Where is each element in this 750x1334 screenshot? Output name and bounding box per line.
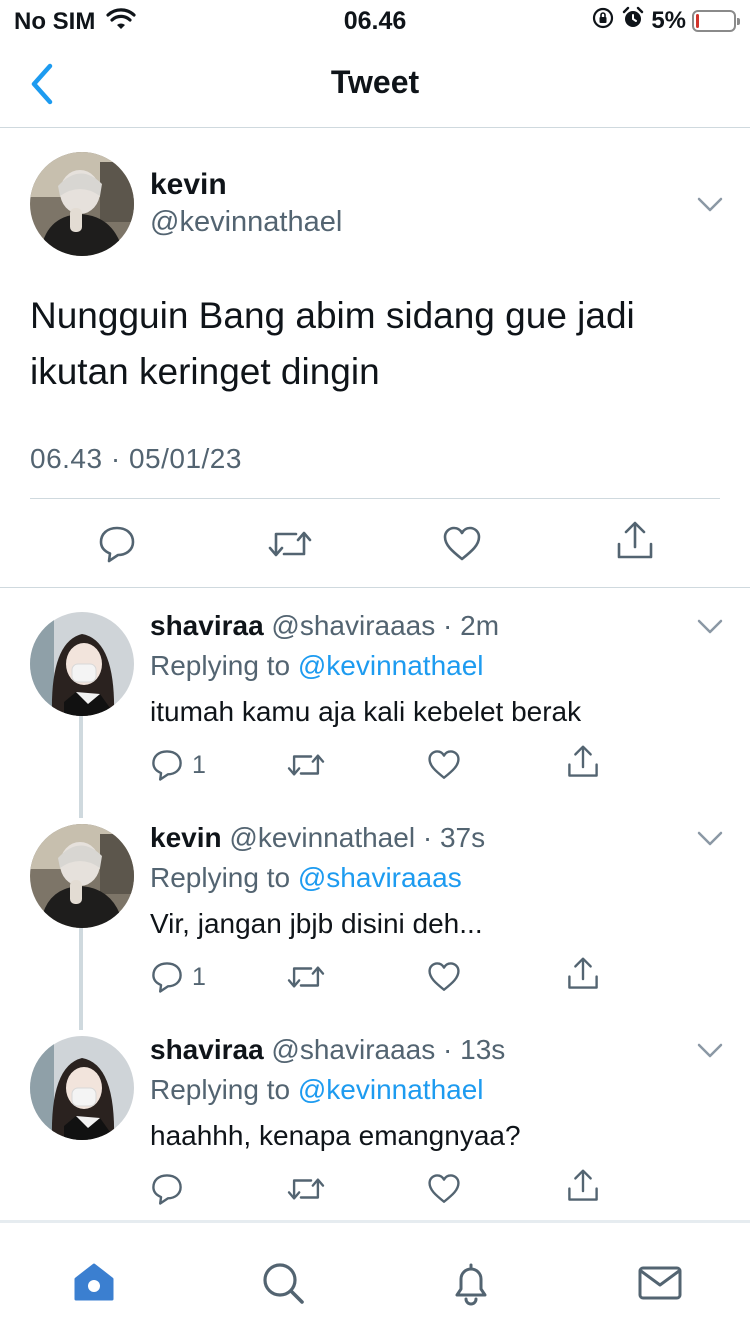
chevron-down-icon[interactable]	[696, 830, 724, 848]
author-handle[interactable]: @kevinnathael	[150, 206, 342, 239]
reply-button[interactable]: 1	[150, 960, 206, 994]
like-button[interactable]	[427, 1172, 461, 1206]
speech-bubble-icon	[99, 526, 135, 563]
speech-bubble-icon	[152, 750, 182, 781]
mention-link[interactable]: @shaviraaas	[298, 862, 462, 893]
reply-tweet[interactable]: shaviraa @shaviraaas · 13s Replying to @…	[0, 1012, 750, 1224]
reply-text: itumah kamu aja kali kebelet berak	[150, 696, 582, 727]
reply-button[interactable]	[150, 1172, 192, 1206]
reply-time: 2m	[460, 610, 500, 641]
battery-level	[696, 14, 699, 28]
separator-dot: ·	[415, 822, 440, 853]
replying-to: Replying to @kevinnathael	[150, 1074, 484, 1106]
envelope-icon	[638, 1266, 682, 1300]
reply-tweet[interactable]: shaviraa @shaviraaas · 2m Replying to @k…	[0, 588, 750, 800]
retweet-icon	[268, 531, 312, 557]
reply-count: 1	[192, 750, 206, 779]
tab-bar	[0, 1220, 750, 1334]
tweet-actions	[0, 498, 750, 588]
battery-percent: 5%	[651, 7, 686, 34]
like-button[interactable]	[427, 960, 461, 994]
heart-icon	[428, 962, 460, 991]
status-indicators: 5%	[591, 6, 740, 37]
author-handle[interactable]: @shaviraaas	[271, 1034, 435, 1065]
reply-header: shaviraa @shaviraaas · 2m	[150, 610, 499, 642]
tweet-timestamp: 06.43 · 05/01/23	[30, 443, 242, 474]
share-button[interactable]	[566, 1168, 600, 1204]
share-icon	[568, 1169, 598, 1201]
heart-icon	[443, 526, 481, 561]
retweet-button[interactable]	[287, 1172, 325, 1206]
alarm-icon	[621, 6, 645, 37]
status-bar: No SIM 06.46 5%	[0, 0, 750, 40]
home-icon	[74, 1263, 114, 1301]
reply-text: Vir, jangan jbjb disini deh...	[150, 908, 483, 939]
like-button[interactable]	[427, 748, 461, 782]
avatar[interactable]	[30, 152, 134, 256]
author-name[interactable]: shaviraa	[150, 1034, 264, 1065]
retweet-button[interactable]	[287, 748, 325, 782]
author-name[interactable]: kevin	[150, 168, 227, 202]
separator-dot: ·	[435, 1034, 461, 1065]
reply-header: shaviraa @shaviraaas · 13s	[150, 1034, 505, 1066]
replying-to-label: Replying to	[150, 862, 291, 893]
chevron-down-icon[interactable]	[696, 618, 724, 636]
reply-header: kevin @kevinnathael · 37s	[150, 822, 485, 854]
share-button[interactable]	[615, 520, 655, 562]
share-icon	[568, 745, 598, 777]
tab-messages[interactable]	[636, 1259, 684, 1307]
navigation-bar: Tweet	[0, 40, 750, 128]
author-name[interactable]: kevin	[150, 822, 222, 853]
page-title: Tweet	[330, 64, 420, 100]
reply-tweet[interactable]: kevin @kevinnathael · 37s Replying to @s…	[0, 800, 750, 1012]
share-button[interactable]	[566, 744, 600, 780]
reply-text: haahhh, kenapa emangnyaa?	[150, 1120, 521, 1151]
author-name[interactable]: shaviraa	[150, 610, 264, 641]
replying-to: Replying to @kevinnathael	[150, 650, 484, 682]
mention-link[interactable]: @kevinnathael	[298, 650, 484, 681]
avatar[interactable]	[30, 824, 134, 928]
retweet-button[interactable]	[287, 960, 325, 994]
heart-icon	[428, 1174, 460, 1203]
search-icon	[263, 1263, 304, 1304]
avatar[interactable]	[30, 1036, 134, 1140]
speech-bubble-icon	[152, 1174, 182, 1205]
avatar[interactable]	[30, 612, 134, 716]
reply-actions: 1	[0, 745, 750, 796]
retweet-button[interactable]	[268, 524, 312, 564]
like-button[interactable]	[442, 524, 482, 564]
reply-actions	[0, 1169, 750, 1220]
speech-bubble-icon	[152, 962, 182, 993]
author-handle[interactable]: @kevinnathael	[229, 822, 415, 853]
share-icon	[617, 521, 653, 559]
reply-time: 37s	[439, 822, 486, 853]
share-button[interactable]	[566, 956, 600, 992]
chevron-down-icon[interactable]	[696, 196, 724, 214]
retweet-icon	[287, 1178, 325, 1200]
mention-link[interactable]: @kevinnathael	[298, 1074, 484, 1105]
orientation-lock-icon	[591, 6, 615, 37]
separator-dot: ·	[435, 610, 461, 641]
tab-notifications[interactable]	[447, 1259, 495, 1307]
reply-button[interactable]	[97, 524, 137, 564]
tab-search[interactable]	[259, 1259, 307, 1307]
reply-time: 13s	[460, 1034, 506, 1065]
tab-home[interactable]	[70, 1259, 118, 1307]
battery-icon	[692, 10, 740, 32]
tweet-text: Nungguin Bang abim sidang gue jadi ikuta…	[30, 295, 635, 392]
share-icon	[568, 957, 598, 989]
replying-to-label: Replying to	[150, 650, 291, 681]
replying-to: Replying to @shaviraaas	[150, 862, 462, 894]
reply-button[interactable]: 1	[150, 748, 206, 782]
bell-icon	[455, 1263, 487, 1306]
reply-actions: 1	[0, 957, 750, 1008]
chevron-down-icon[interactable]	[696, 1042, 724, 1060]
replying-to-label: Replying to	[150, 1074, 291, 1105]
retweet-icon	[287, 966, 325, 988]
heart-icon	[428, 750, 460, 779]
retweet-icon	[287, 754, 325, 776]
reply-count: 1	[192, 962, 206, 991]
author-handle[interactable]: @shaviraaas	[271, 610, 435, 641]
